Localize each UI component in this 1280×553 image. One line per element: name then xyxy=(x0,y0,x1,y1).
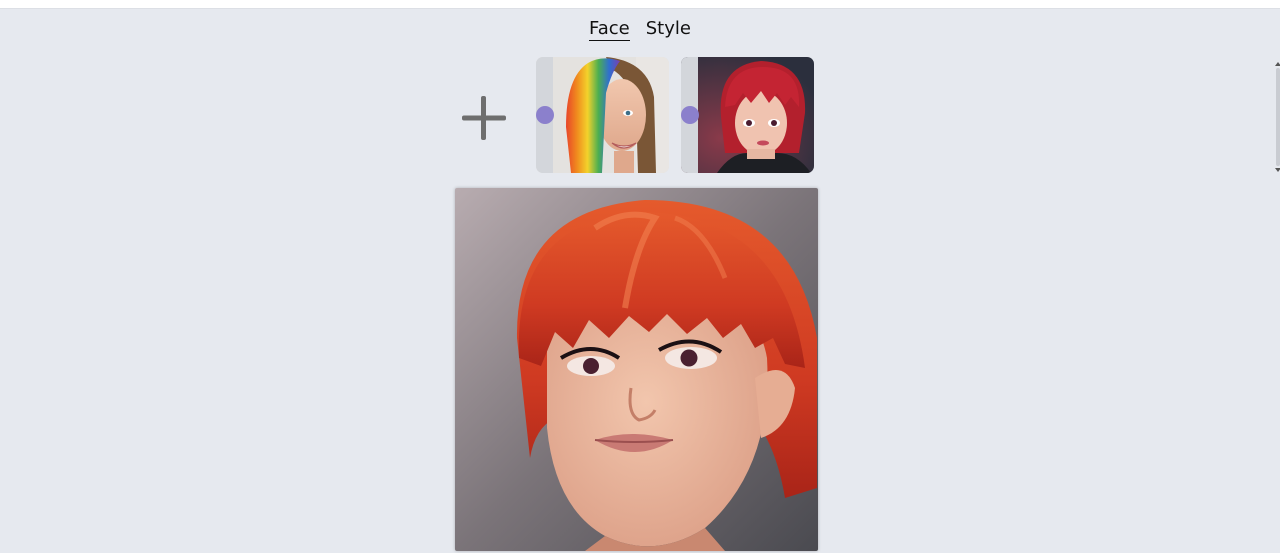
top-strip xyxy=(0,0,1280,9)
scrollbar[interactable] xyxy=(1274,60,1280,175)
add-image-button[interactable] xyxy=(458,92,510,144)
tab-style[interactable]: Style xyxy=(646,18,691,41)
mode-tabs: Face Style xyxy=(0,18,1280,41)
plus-icon xyxy=(462,96,506,140)
rainbow-hair-portrait-image xyxy=(536,57,669,173)
tab-face[interactable]: Face xyxy=(589,18,630,41)
source-thumbnail-2[interactable] xyxy=(681,57,814,173)
generated-result-image xyxy=(455,188,818,551)
source-thumbnail-1[interactable] xyxy=(536,57,669,173)
selection-dot[interactable] xyxy=(681,106,699,124)
scrollbar-thumb[interactable] xyxy=(1276,68,1280,166)
red-hair-anime-portrait-image xyxy=(681,57,814,173)
selection-dot[interactable] xyxy=(536,106,554,124)
scroll-down-arrow-icon[interactable] xyxy=(1275,168,1280,172)
red-bob-portrait-image xyxy=(455,188,818,551)
scroll-up-arrow-icon[interactable] xyxy=(1275,62,1280,66)
